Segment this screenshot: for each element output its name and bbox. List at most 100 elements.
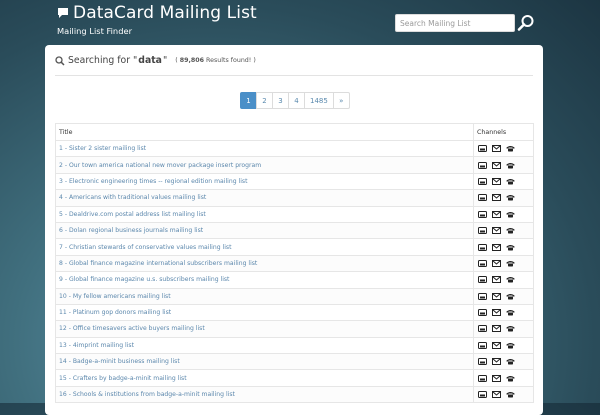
divider <box>55 75 533 76</box>
channel-icons <box>478 243 533 251</box>
row-title-cell: 8 - Global finance magazine internationa… <box>55 254 474 273</box>
email-icon[interactable] <box>492 276 501 284</box>
email-icon[interactable] <box>492 210 501 218</box>
row-channels-cell <box>473 353 534 371</box>
email-icon[interactable] <box>492 391 501 399</box>
mailing-list-link[interactable]: 14 - Badge-a-minit business mailing list <box>59 358 180 365</box>
email-icon[interactable] <box>492 374 501 382</box>
email-icon[interactable] <box>492 194 501 202</box>
postal-mail-icon[interactable] <box>478 374 487 382</box>
postal-mail-icon[interactable] <box>478 194 487 202</box>
table-row: 9 - Global finance magazine u.s. subscri… <box>55 271 534 289</box>
row-channels-cell <box>473 221 534 240</box>
phone-icon[interactable] <box>506 309 515 316</box>
postal-mail-icon[interactable] <box>478 325 487 333</box>
phone-icon[interactable] <box>506 293 515 300</box>
results-count: ( 89,806 Results found! ) <box>175 57 256 64</box>
postal-mail-icon[interactable] <box>478 309 487 317</box>
phone-icon[interactable] <box>506 325 515 332</box>
phone-icon[interactable] <box>506 145 515 152</box>
row-title-cell: 14 - Badge-a-minit business mailing list <box>55 353 474 371</box>
postal-mail-icon[interactable] <box>478 210 487 218</box>
email-icon[interactable] <box>492 161 501 169</box>
postal-mail-icon[interactable] <box>478 177 487 185</box>
row-channels-cell <box>473 205 534 223</box>
postal-mail-icon[interactable] <box>478 145 487 153</box>
heading-prefix: Searching for " <box>68 55 138 66</box>
mailing-list-link[interactable]: 8 - Global finance magazine internationa… <box>59 260 257 267</box>
mailing-list-link[interactable]: 11 - Platinum gop donors mailing list <box>59 309 171 316</box>
phone-icon[interactable] <box>506 358 515 365</box>
channel-icons <box>478 177 533 185</box>
table-row: 8 - Global finance magazine internationa… <box>55 254 534 273</box>
table-row: 10 - My fellow americans mailing list <box>55 287 534 305</box>
channel-icons <box>478 194 533 202</box>
table-header-row: Title Channels <box>55 123 534 141</box>
phone-icon[interactable] <box>506 178 515 185</box>
channel-icons <box>478 309 533 317</box>
postal-mail-icon[interactable] <box>478 358 487 366</box>
page-last-button[interactable]: 1485 <box>304 92 334 109</box>
channel-icons <box>478 391 533 399</box>
results-panel: Searching for " data " ( 89,806 Results fo… <box>45 45 543 415</box>
mailing-list-link[interactable]: 7 - Christian stewards of conservative v… <box>59 244 232 251</box>
table-row: 3 - Electronic engineering times -- regi… <box>55 172 534 191</box>
mailing-list-link[interactable]: 16 - Schools & institutions from badge-a… <box>59 391 235 398</box>
logo[interactable]: DataCard Mailing List <box>57 3 257 23</box>
phone-icon[interactable] <box>506 211 515 218</box>
email-icon[interactable] <box>492 341 501 349</box>
phone-icon[interactable] <box>506 194 515 201</box>
mailing-list-link[interactable]: 9 - Global finance magazine u.s. subscri… <box>59 276 229 283</box>
phone-icon[interactable] <box>506 244 515 251</box>
email-icon[interactable] <box>492 177 501 185</box>
channel-icons <box>478 210 533 218</box>
mailing-list-link[interactable]: 12 - Office timesavers active buyers mai… <box>59 325 205 332</box>
mailing-list-link[interactable]: 6 - Dolan regional business journals mai… <box>59 227 203 234</box>
chat-bubble-icon <box>58 8 68 18</box>
postal-mail-icon[interactable] <box>478 259 487 267</box>
next-page-button[interactable]: » <box>332 92 350 109</box>
phone-icon[interactable] <box>506 260 515 267</box>
postal-mail-icon[interactable] <box>478 341 487 349</box>
postal-mail-icon[interactable] <box>478 292 487 300</box>
email-icon[interactable] <box>492 243 501 251</box>
email-icon[interactable] <box>492 227 501 235</box>
email-icon[interactable] <box>492 325 501 333</box>
postal-mail-icon[interactable] <box>478 161 487 169</box>
row-title-cell: 9 - Global finance magazine u.s. subscri… <box>55 271 474 289</box>
phone-icon[interactable] <box>506 375 515 382</box>
table-row: 15 - Crafters by badge-a-minit mailing l… <box>55 369 534 387</box>
phone-icon[interactable] <box>506 342 515 349</box>
page-4-button[interactable]: 4 <box>288 92 305 109</box>
mailing-list-link[interactable]: 15 - Crafters by badge-a-minit mailing l… <box>59 375 187 382</box>
mailing-list-link[interactable]: 1 - Sister 2 sister mailing list <box>59 145 146 152</box>
mailing-list-link[interactable]: 4 - Americans with traditional values ma… <box>59 194 206 201</box>
search-icon[interactable] <box>517 14 535 32</box>
postal-mail-icon[interactable] <box>478 276 487 284</box>
postal-mail-icon[interactable] <box>478 391 487 399</box>
email-icon[interactable] <box>492 292 501 300</box>
table-row: 16 - Schools & institutions from badge-a… <box>55 385 534 404</box>
search-input[interactable] <box>395 14 515 32</box>
postal-mail-icon[interactable] <box>478 227 487 235</box>
phone-icon[interactable] <box>506 162 515 169</box>
row-title-cell: 15 - Crafters by badge-a-minit mailing l… <box>55 369 474 387</box>
phone-icon[interactable] <box>506 276 515 283</box>
mailing-list-link[interactable]: 13 - 4imprint mailing list <box>59 342 134 349</box>
page-3-button[interactable]: 3 <box>272 92 289 109</box>
email-icon[interactable] <box>492 259 501 267</box>
mailing-list-link[interactable]: 2 - Our town america national new mover … <box>59 162 261 169</box>
phone-icon[interactable] <box>506 227 515 234</box>
email-icon[interactable] <box>492 309 501 317</box>
page-1-button[interactable]: 1 <box>240 92 257 109</box>
email-icon[interactable] <box>492 358 501 366</box>
channel-icons <box>478 259 533 267</box>
page-2-button[interactable]: 2 <box>256 92 273 109</box>
channel-icons <box>478 292 533 300</box>
email-icon[interactable] <box>492 145 501 153</box>
postal-mail-icon[interactable] <box>478 243 487 251</box>
mailing-list-link[interactable]: 3 - Electronic engineering times -- regi… <box>59 178 247 185</box>
mailing-list-link[interactable]: 10 - My fellow americans mailing list <box>59 293 171 300</box>
mailing-list-link[interactable]: 5 - Dealdrive.com postal address list ma… <box>59 211 206 218</box>
phone-icon[interactable] <box>506 391 515 398</box>
